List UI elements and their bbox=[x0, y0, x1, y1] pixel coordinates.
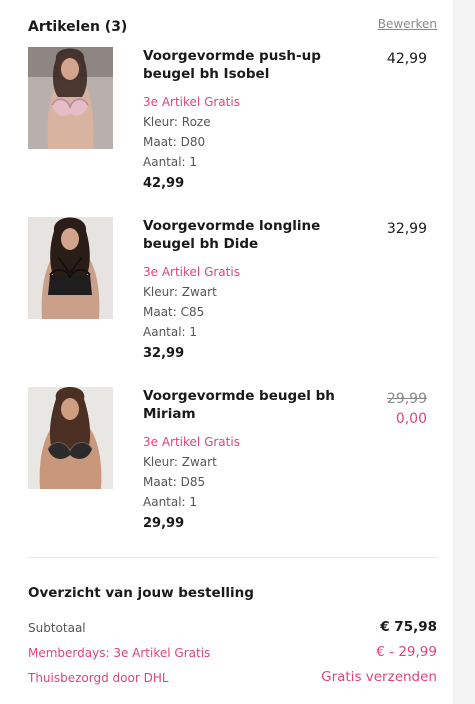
subtotal-label: Subtotaal bbox=[28, 621, 86, 635]
product-name[interactable]: Voorgevormde push-up beugel bh Isobel bbox=[143, 47, 343, 83]
item-line-price: 42,99 bbox=[143, 176, 185, 191]
product-image[interactable] bbox=[28, 387, 113, 489]
item-new-price: 0,00 bbox=[395, 411, 427, 427]
item-prices: 42,99 bbox=[387, 49, 427, 69]
items-heading: Artikelen (3) bbox=[28, 19, 128, 35]
cart-item: Voorgevormde beugel bh Miriam 3e Artikel… bbox=[28, 387, 437, 537]
promo-label: 3e Artikel Gratis bbox=[143, 265, 240, 279]
edit-link[interactable]: Bewerken bbox=[378, 17, 437, 31]
summary-title: Overzicht van jouw bestelling bbox=[28, 585, 254, 601]
product-image[interactable] bbox=[28, 217, 113, 319]
color-attr: Kleur: Zwart bbox=[143, 285, 217, 299]
subtotal-row: Subtotaal € 75,98 bbox=[28, 619, 437, 639]
item-prices: 32,99 bbox=[387, 219, 427, 239]
cart-item: Voorgevormde push-up beugel bh Isobel 3e… bbox=[28, 47, 437, 197]
size-attr: Maat: D85 bbox=[143, 475, 206, 489]
item-info: Voorgevormde longline beugel bh Dide 3e … bbox=[143, 217, 343, 364]
item-price: 42,99 bbox=[386, 51, 427, 67]
divider bbox=[28, 557, 437, 558]
cart-header: Artikelen (3) Bewerken bbox=[28, 16, 437, 36]
promo-label: 3e Artikel Gratis bbox=[143, 95, 240, 109]
item-old-price: 29,99 bbox=[386, 391, 427, 407]
cart-item: Voorgevormde longline beugel bh Dide 3e … bbox=[28, 217, 437, 367]
item-line-price: 29,99 bbox=[143, 516, 185, 531]
discount-value: € - 29,99 bbox=[376, 644, 437, 660]
item-prices: 29,99 0,00 bbox=[387, 389, 427, 429]
product-image[interactable] bbox=[28, 47, 113, 149]
shipping-row: Thuisbezorgd door DHL Gratis verzenden bbox=[28, 669, 437, 689]
promo-label: 3e Artikel Gratis bbox=[143, 435, 240, 449]
size-attr: Maat: C85 bbox=[143, 305, 205, 319]
item-price: 32,99 bbox=[386, 221, 427, 237]
shipping-value: Gratis verzenden bbox=[321, 669, 437, 685]
cart-panel: Artikelen (3) Bewerken Voorgevormde push… bbox=[0, 0, 453, 704]
quantity-attr: Aantal: 1 bbox=[143, 155, 198, 169]
color-attr: Kleur: Roze bbox=[143, 115, 211, 129]
discount-label: Memberdays: 3e Artikel Gratis bbox=[28, 646, 211, 660]
item-info: Voorgevormde push-up beugel bh Isobel 3e… bbox=[143, 47, 343, 194]
subtotal-value: € 75,98 bbox=[380, 619, 437, 635]
product-name[interactable]: Voorgevormde beugel bh Miriam bbox=[143, 387, 343, 423]
discount-row: Memberdays: 3e Artikel Gratis € - 29,99 bbox=[28, 644, 437, 664]
shipping-label: Thuisbezorgd door DHL bbox=[28, 671, 169, 685]
item-info: Voorgevormde beugel bh Miriam 3e Artikel… bbox=[143, 387, 343, 534]
product-name[interactable]: Voorgevormde longline beugel bh Dide bbox=[143, 217, 343, 253]
item-line-price: 32,99 bbox=[143, 346, 185, 361]
quantity-attr: Aantal: 1 bbox=[143, 325, 198, 339]
size-attr: Maat: D80 bbox=[143, 135, 206, 149]
color-attr: Kleur: Zwart bbox=[143, 455, 217, 469]
quantity-attr: Aantal: 1 bbox=[143, 495, 198, 509]
